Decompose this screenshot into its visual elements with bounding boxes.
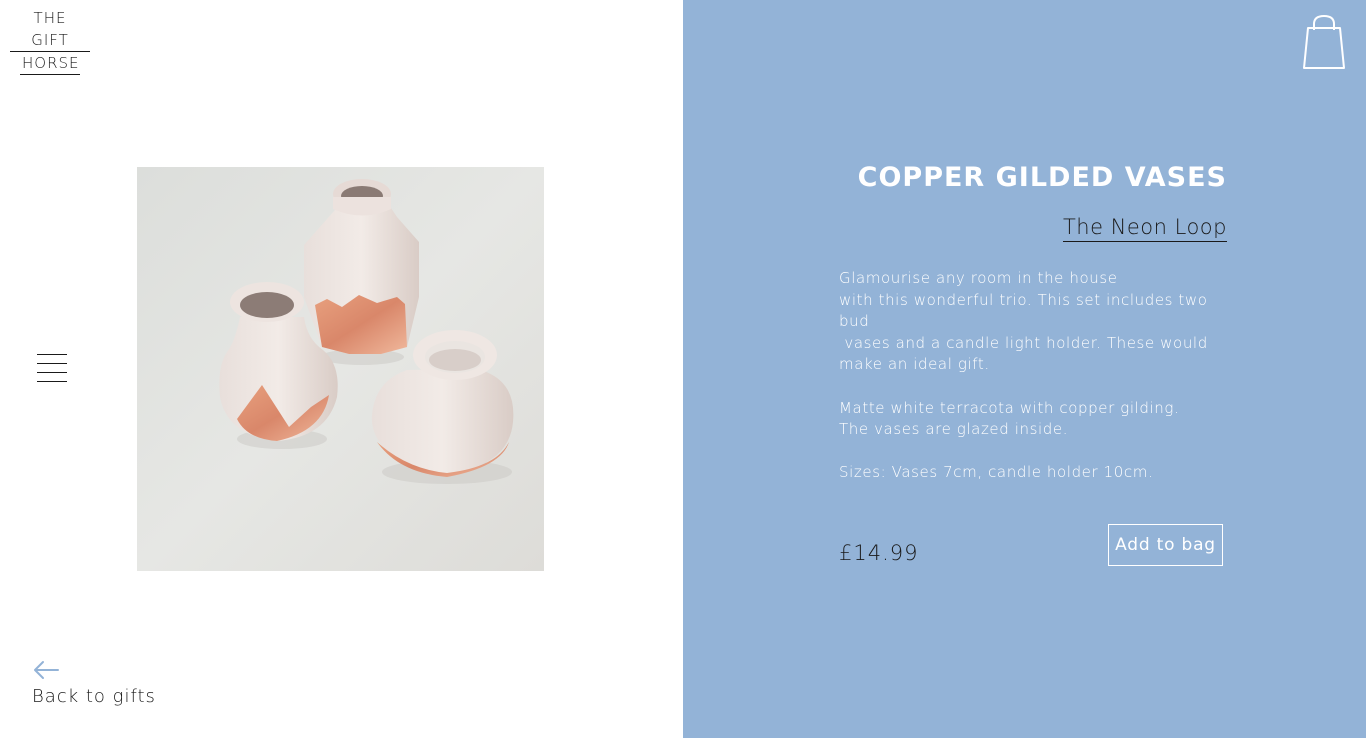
description-line: Sizes: Vases 7cm, candle holder 10cm.: [839, 463, 1154, 482]
add-to-bag-button[interactable]: Add to bag: [1108, 524, 1223, 566]
description-line: Matte white terracota with copper gildin…: [839, 398, 1180, 417]
description-line: make an ideal gift.: [839, 355, 990, 374]
logo-line-1: THE GIFT: [10, 7, 90, 52]
logo-line-2: HORSE: [20, 52, 80, 75]
description-line: vases and a candle light holder. These w…: [839, 333, 1208, 352]
site-logo[interactable]: THE GIFT HORSE: [10, 7, 90, 75]
product-title: COPPER GILDED VASES: [857, 162, 1227, 193]
right-panel: COPPER GILDED VASES The Neon Loop Glamou…: [683, 0, 1366, 738]
back-to-gifts-link[interactable]: Back to gifts: [32, 660, 156, 707]
left-panel: THE GIFT HORSE Back to gifts: [0, 0, 683, 738]
product-description: Glamourise any room in the house with th…: [839, 268, 1239, 506]
description-line: Glamourise any room in the house: [839, 269, 1118, 287]
brand-link[interactable]: The Neon Loop: [1062, 213, 1227, 242]
description-line: with this wonderful trio. This set inclu…: [839, 290, 1208, 331]
back-label: Back to gifts: [32, 686, 156, 707]
description-line: The vases are glazed inside.: [839, 420, 1069, 439]
description-paragraph: Sizes: Vases 7cm, candle holder 10cm.: [839, 462, 1239, 484]
description-paragraph: Matte white terracota with copper gildin…: [839, 398, 1239, 441]
arrow-left-icon: [32, 660, 60, 680]
hamburger-icon[interactable]: [37, 354, 67, 382]
product-price: £14.99: [839, 541, 919, 565]
description-paragraph: Glamourise any room in the house with th…: [839, 268, 1239, 376]
product-page: THE GIFT HORSE Back to gifts COPPER GILD…: [0, 0, 1366, 738]
product-image: [137, 167, 544, 571]
shopping-bag-icon[interactable]: [1302, 14, 1346, 70]
